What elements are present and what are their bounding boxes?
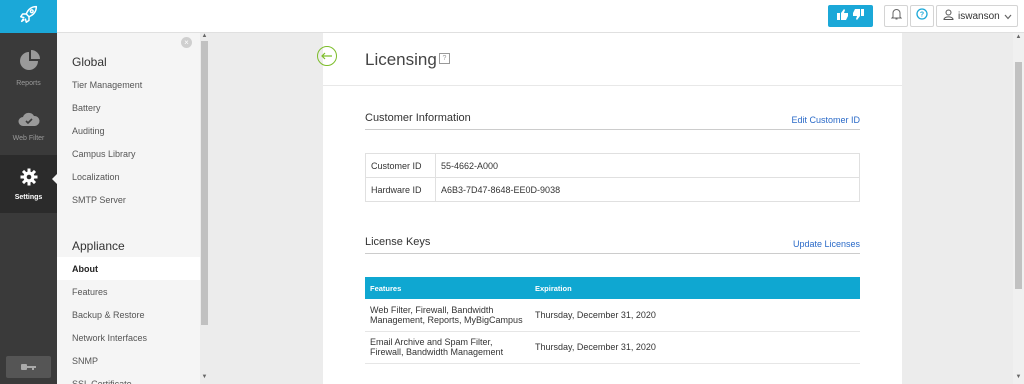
license-expiration: Thursday, December 31, 2020 <box>530 331 860 364</box>
username: iswanson <box>958 10 1000 22</box>
section-title-global: Global <box>72 55 107 69</box>
column-header-expiration: Expiration <box>530 277 860 299</box>
table-row: Customer ID 55-4662-A000 <box>365 153 860 178</box>
page-scroll-down-arrow[interactable]: ▼ <box>1013 374 1024 380</box>
close-panel-button[interactable]: × <box>181 37 192 48</box>
notifications-button[interactable] <box>884 5 908 27</box>
customer-info-table: Customer ID 55-4662-A000 Hardware ID A6B… <box>365 153 860 202</box>
scroll-down-arrow[interactable]: ▼ <box>201 374 208 380</box>
logout-button[interactable] <box>6 356 51 378</box>
question-icon: ? <box>916 7 928 25</box>
help-button[interactable]: ? <box>910 5 934 27</box>
table-row: Hardware ID A6B3-7D47-8648-EE0D-9038 <box>365 177 860 202</box>
home-logo[interactable] <box>0 0 57 33</box>
licensing-card: Licensing ? Customer Information Edit Cu… <box>323 33 902 384</box>
settings-scrollbar-thumb[interactable] <box>201 41 208 325</box>
help-tooltip-icon[interactable]: ? <box>439 53 450 64</box>
license-features: Web Filter, Firewall, Bandwidth Manageme… <box>365 299 530 332</box>
rocket-icon <box>18 3 40 30</box>
bell-icon <box>890 7 902 25</box>
feedback-button[interactable] <box>828 5 873 27</box>
divider <box>323 85 902 86</box>
table-row: Web Filter, Firewall, Bandwidth Manageme… <box>365 299 860 332</box>
chevron-down-icon <box>1004 7 1012 25</box>
thumbs-down-icon <box>852 7 864 25</box>
user-menu[interactable]: iswanson <box>936 5 1018 27</box>
divider <box>365 129 860 130</box>
hardware-id-value: A6B3-7D47-8648-EE0D-9038 <box>435 177 860 202</box>
license-keys-table: Features Expiration Web Filter, Firewall… <box>365 277 860 364</box>
scroll-up-arrow[interactable]: ▲ <box>201 33 208 39</box>
nav-label-reports: Reports <box>16 79 41 87</box>
license-keys-title: License Keys <box>365 236 431 248</box>
table-header-row: Features Expiration <box>365 277 860 299</box>
customer-info-title: Customer Information <box>365 112 471 124</box>
menu-item-smtp-server[interactable]: SMTP Server <box>57 188 200 211</box>
top-bar: ? iswanson <box>0 0 1024 33</box>
menu-item-snmp[interactable]: SNMP <box>57 349 200 372</box>
cloud-filter-icon <box>18 111 40 132</box>
menu-item-campus-library[interactable]: Campus Library <box>57 142 200 165</box>
customer-id-label: Customer ID <box>365 153 436 178</box>
license-expiration: Thursday, December 31, 2020 <box>530 299 860 332</box>
close-icon: × <box>184 38 189 47</box>
page-title: Licensing <box>365 50 437 69</box>
settings-panel: × Global Tier Management Battery Auditin… <box>57 33 209 384</box>
menu-item-network-interfaces[interactable]: Network Interfaces <box>57 326 200 349</box>
pie-chart-icon <box>18 49 40 77</box>
update-licenses-link[interactable]: Update Licenses <box>793 239 860 249</box>
nav-item-settings[interactable]: Settings <box>0 155 57 213</box>
hardware-id-label: Hardware ID <box>365 177 436 202</box>
license-features: Email Archive and Spam Filter, Firewall,… <box>365 331 530 364</box>
page-scroll-up-arrow[interactable]: ▲ <box>1013 34 1024 40</box>
thumbs-up-icon <box>837 7 849 25</box>
svg-text:?: ? <box>920 12 924 19</box>
menu-item-ssl-certificate[interactable]: SSL Certificate <box>57 372 200 384</box>
user-icon <box>943 7 954 25</box>
nav-item-reports[interactable]: Reports <box>0 39 57 97</box>
menu-item-localization[interactable]: Localization <box>57 165 200 188</box>
nav-label-settings: Settings <box>14 193 43 201</box>
menu-item-backup-restore[interactable]: Backup & Restore <box>57 303 200 326</box>
column-header-features: Features <box>365 277 530 299</box>
nav-item-web-filter[interactable]: Web Filter <box>0 97 57 155</box>
table-row: Email Archive and Spam Filter, Firewall,… <box>365 331 860 364</box>
edit-customer-id-link[interactable]: Edit Customer ID <box>791 115 860 125</box>
page-scrollbar-thumb[interactable] <box>1015 62 1022 289</box>
menu-item-tier-management[interactable]: Tier Management <box>57 73 200 96</box>
back-button[interactable] <box>317 46 337 66</box>
menu-item-battery[interactable]: Battery <box>57 96 200 119</box>
section-title-appliance: Appliance <box>72 239 125 253</box>
nav-label-web-filter: Web Filter <box>12 134 45 142</box>
menu-item-features[interactable]: Features <box>57 280 200 303</box>
arrow-left-icon <box>321 47 333 65</box>
menu-item-auditing[interactable]: Auditing <box>57 119 200 142</box>
menu-item-about[interactable]: About <box>57 257 200 280</box>
divider <box>365 253 860 254</box>
main-nav: Reports Web Filter Settings <box>0 33 58 384</box>
customer-id-value: 55-4662-A000 <box>435 153 860 178</box>
key-icon <box>20 358 37 376</box>
gear-icon <box>20 168 38 191</box>
